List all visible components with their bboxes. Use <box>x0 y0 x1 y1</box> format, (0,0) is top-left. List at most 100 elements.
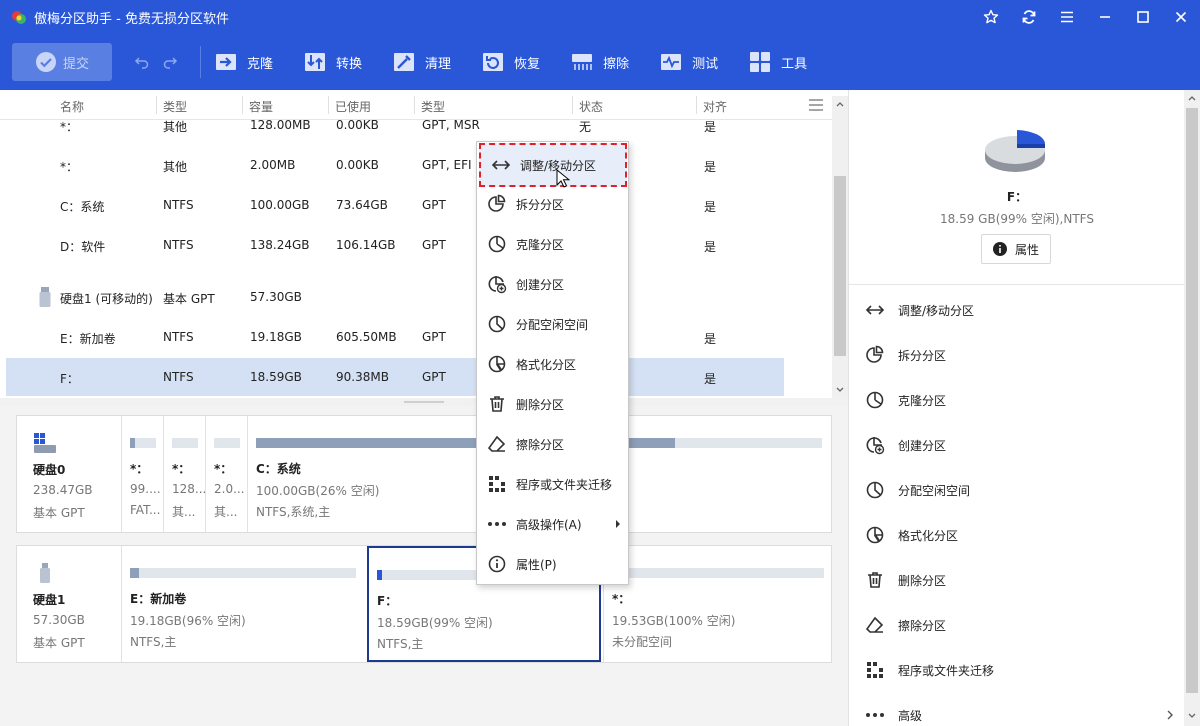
toolbar-tools[interactable]: 工具 <box>749 51 807 73</box>
table-row[interactable]: E：新加卷 NTFS 19.18GB 605.50MB GPT 是 <box>6 318 784 356</box>
toolbar-recover[interactable]: 恢复 <box>482 51 540 73</box>
partition-block-unallocated[interactable]: *： 19.53GB(100% 空闲) 未分配空间 <box>603 546 831 662</box>
info-circle-icon <box>488 555 506 573</box>
col-used[interactable]: 已使用 <box>335 98 371 115</box>
split-pie-icon <box>488 194 506 212</box>
col-status[interactable]: 状态 <box>579 98 603 115</box>
table-scrollbar[interactable] <box>832 96 848 398</box>
scroll-up-icon[interactable] <box>1188 94 1196 102</box>
scroll-down-icon[interactable] <box>1188 712 1196 720</box>
wipe-icon <box>572 54 593 70</box>
properties-button[interactable]: 属性 <box>981 234 1051 264</box>
ctx-app-migration[interactable]: 程序或文件夹迁移 <box>477 464 628 504</box>
refresh-icon <box>1022 10 1036 24</box>
chevron-right-icon <box>1167 710 1173 720</box>
pane-splitter[interactable] <box>0 398 848 406</box>
toolbar-clone[interactable]: 克隆 <box>215 51 273 73</box>
table-row[interactable]: C：系统 NTFS 100.00GB 73.64GB GPT 是 <box>6 186 784 224</box>
table-row[interactable]: D：软件 NTFS 138.24GB 106.14GB GPT 是 <box>6 226 784 264</box>
op-advanced[interactable]: 高级 <box>865 703 922 726</box>
op-clone[interactable]: 克隆分区 <box>865 388 946 412</box>
convert-icon <box>305 53 326 71</box>
submit-label: 提交 <box>62 56 89 72</box>
test-icon <box>661 54 682 70</box>
col-type[interactable]: 类型 <box>163 98 187 115</box>
toolbar-wipe[interactable]: 擦除 <box>571 51 629 73</box>
recover-icon <box>483 53 504 71</box>
ctx-delete[interactable]: 删除分区 <box>477 384 628 424</box>
scroll-down-icon[interactable] <box>836 386 844 394</box>
refresh-button[interactable] <box>1010 0 1048 34</box>
hard-disk-icon <box>34 433 56 453</box>
details-scrollbar[interactable] <box>1184 90 1200 726</box>
details-panel: F： 18.59 GB(99% 空闲),NTFS 属性 调整/移动分区 拆分分区… <box>848 90 1200 726</box>
op-allocate-free-space[interactable]: 分配空闲空间 <box>865 478 970 502</box>
disk0-info[interactable]: 硬盘0 238.47GB 基本 GPT <box>17 416 121 532</box>
selected-partition-info: 18.59 GB(99% 空闲),NTFS <box>940 212 1094 226</box>
ctx-resize-move[interactable]: 调整/移动分区 <box>479 143 627 187</box>
usage-fill <box>130 438 136 448</box>
col-name[interactable]: 名称 <box>60 98 84 115</box>
op-split[interactable]: 拆分分区 <box>865 343 946 367</box>
toolbar-separator <box>200 46 201 78</box>
partition-block[interactable]: *： 99.... FAT... <box>121 416 163 532</box>
info-icon <box>992 242 1007 256</box>
ctx-wipe[interactable]: 擦除分区 <box>477 424 628 464</box>
eraser-icon <box>865 616 884 633</box>
col-fs-type[interactable]: 类型 <box>421 98 445 115</box>
usage-fill <box>130 568 140 578</box>
ctx-advanced[interactable]: 高级操作(A) <box>477 504 628 544</box>
ctx-allocate-free-space[interactable]: 分配空闲空间 <box>477 304 628 344</box>
disk-row[interactable]: 硬盘1 (可移动的) 基本 GPT 57.30GB <box>6 278 784 316</box>
scroll-thumb[interactable] <box>834 176 846 356</box>
format-pie-icon <box>866 526 884 544</box>
close-button[interactable] <box>1162 0 1200 34</box>
more-dots-icon <box>488 522 506 526</box>
disk1-info[interactable]: 硬盘1 57.30GB 基本 GPT <box>17 546 121 662</box>
hamburger-icon <box>1061 11 1073 23</box>
usb-drive-icon <box>39 287 51 307</box>
partition-block[interactable]: *： 2.0... 其... <box>205 416 247 532</box>
col-alignment[interactable]: 对齐 <box>703 98 727 115</box>
partition-block[interactable]: E：新加卷 19.18GB(96% 空闲) NTFS,主 <box>121 546 367 662</box>
column-settings-icon[interactable] <box>808 98 824 112</box>
title-bar: 傲梅分区助手 - 免费无损分区软件 <box>0 0 1200 34</box>
scroll-up-icon[interactable] <box>836 100 844 108</box>
submit-button[interactable]: 提交 <box>12 43 112 81</box>
favorite-button[interactable] <box>972 0 1010 34</box>
toolbar-clean[interactable]: 清理 <box>393 51 451 73</box>
resize-arrows-icon <box>491 160 511 170</box>
ctx-split[interactable]: 拆分分区 <box>477 184 628 224</box>
trash-icon <box>868 572 882 588</box>
grid-dots-icon <box>867 662 883 678</box>
table-row[interactable]: *： 其他 2.00MB 0.00KB GPT, EFI 是 <box>6 146 784 184</box>
ctx-format[interactable]: 格式化分区 <box>477 344 628 384</box>
op-wipe[interactable]: 擦除分区 <box>865 613 946 637</box>
ctx-create[interactable]: 创建分区 <box>477 264 628 304</box>
eraser-icon <box>487 435 506 452</box>
partition-table-header: 名称 类型 容量 已使用 类型 状态 对齐 <box>0 90 848 120</box>
mouse-cursor-icon <box>556 169 570 188</box>
scroll-thumb[interactable] <box>1186 108 1198 693</box>
table-row-selected[interactable]: F： NTFS 18.59GB 90.38MB GPT 是 <box>6 358 784 396</box>
maximize-button[interactable] <box>1124 0 1162 34</box>
op-delete[interactable]: 删除分区 <box>865 568 946 592</box>
redo-icon[interactable] <box>162 54 178 70</box>
clone-pie-icon <box>488 235 506 253</box>
op-format[interactable]: 格式化分区 <box>865 523 958 547</box>
table-row[interactable]: *： 其他 128.00MB 0.00KB GPT, MSR 无 是 <box>6 120 784 144</box>
ctx-clone[interactable]: 克隆分区 <box>477 224 628 264</box>
clean-icon <box>394 53 415 71</box>
op-app-migration[interactable]: 程序或文件夹迁移 <box>865 658 994 682</box>
undo-icon[interactable] <box>134 54 150 70</box>
toolbar-convert[interactable]: 转换 <box>304 51 362 73</box>
minimize-button[interactable] <box>1086 0 1124 34</box>
op-resize-move[interactable]: 调整/移动分区 <box>865 298 974 322</box>
ctx-properties[interactable]: 属性(P) <box>477 544 628 584</box>
op-create[interactable]: 创建分区 <box>865 433 946 457</box>
col-capacity[interactable]: 容量 <box>249 98 273 115</box>
usb-drive-icon <box>40 563 50 583</box>
menu-button[interactable] <box>1048 0 1086 34</box>
partition-block[interactable]: *： 128... 其... <box>163 416 206 532</box>
toolbar-test[interactable]: 测试 <box>660 51 718 73</box>
